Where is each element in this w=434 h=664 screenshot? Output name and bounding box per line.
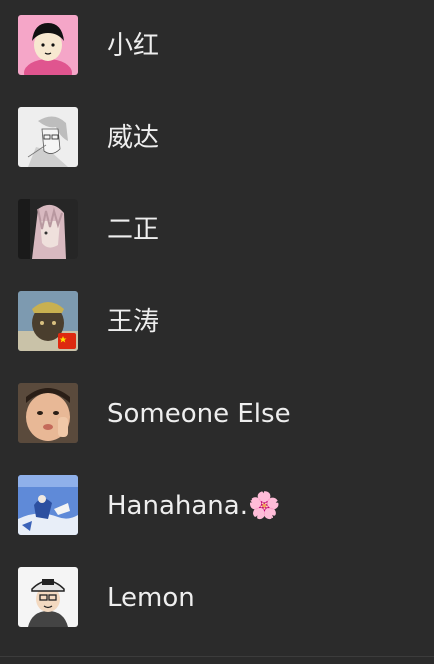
contact-name: 王涛 [107, 307, 160, 337]
sketch-portrait-avatar-icon[interactable] [18, 107, 78, 167]
contact-row-hanahana[interactable]: Hanahana.🌸 [0, 460, 434, 552]
manga-boy-avatar-icon[interactable] [18, 15, 78, 75]
contact-row-someone-else[interactable]: Someone Else [0, 368, 434, 460]
child-photo-avatar-icon[interactable] [18, 383, 78, 443]
cartoon-cap-avatar-icon[interactable] [18, 567, 78, 627]
contact-row-xiaohong[interactable]: 小红 [0, 0, 434, 92]
contact-name: 二正 [107, 215, 160, 245]
contact-name: 威达 [107, 123, 160, 153]
contact-name: Someone Else [107, 399, 291, 429]
contact-row-erzheng[interactable]: 二正 [0, 184, 434, 276]
contact-name: 小红 [107, 31, 160, 61]
contact-row-lemon[interactable]: Lemon [0, 552, 434, 644]
contact-name: Lemon [107, 583, 195, 613]
blue-painting-avatar-icon[interactable] [18, 475, 78, 535]
contact-row-weida[interactable]: 威达 [0, 92, 434, 184]
contact-row-wangtao[interactable]: 王涛 [0, 276, 434, 368]
list-divider [0, 656, 434, 657]
anime-girl-avatar-icon[interactable] [18, 199, 78, 259]
statue-flag-avatar-icon[interactable] [18, 291, 78, 351]
contact-name: Hanahana.🌸 [107, 491, 281, 521]
